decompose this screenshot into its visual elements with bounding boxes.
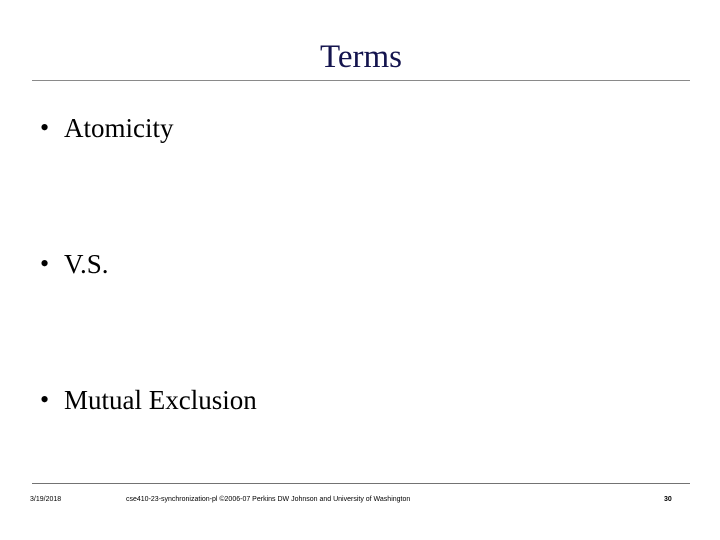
bullet-point-icon: •: [40, 113, 50, 142]
bullet-item-label: V.S.: [64, 249, 109, 279]
bullet-item-label: Atomicity: [64, 113, 174, 143]
title-divider: [32, 80, 690, 81]
footer-credit: cse410-23-synchronization-pl ©2006-07 Pe…: [126, 496, 411, 503]
list-item: • Atomicity: [32, 108, 690, 244]
presentation-slide: Terms • Atomicity • V.S. • Mutual Exclus…: [0, 0, 720, 540]
bullet-list: • Atomicity • V.S. • Mutual Exclusion: [32, 108, 690, 516]
bullet-item-label: Mutual Exclusion: [64, 385, 257, 415]
bullet-point-icon: •: [40, 249, 50, 278]
page-title: Terms: [319, 39, 402, 75]
footer-page-number: 30: [664, 496, 672, 503]
footer-divider: [32, 483, 690, 484]
footer-date: 3/19/2018: [30, 496, 62, 503]
bullet-point-icon: •: [40, 385, 50, 414]
list-item: • V.S.: [32, 244, 690, 380]
